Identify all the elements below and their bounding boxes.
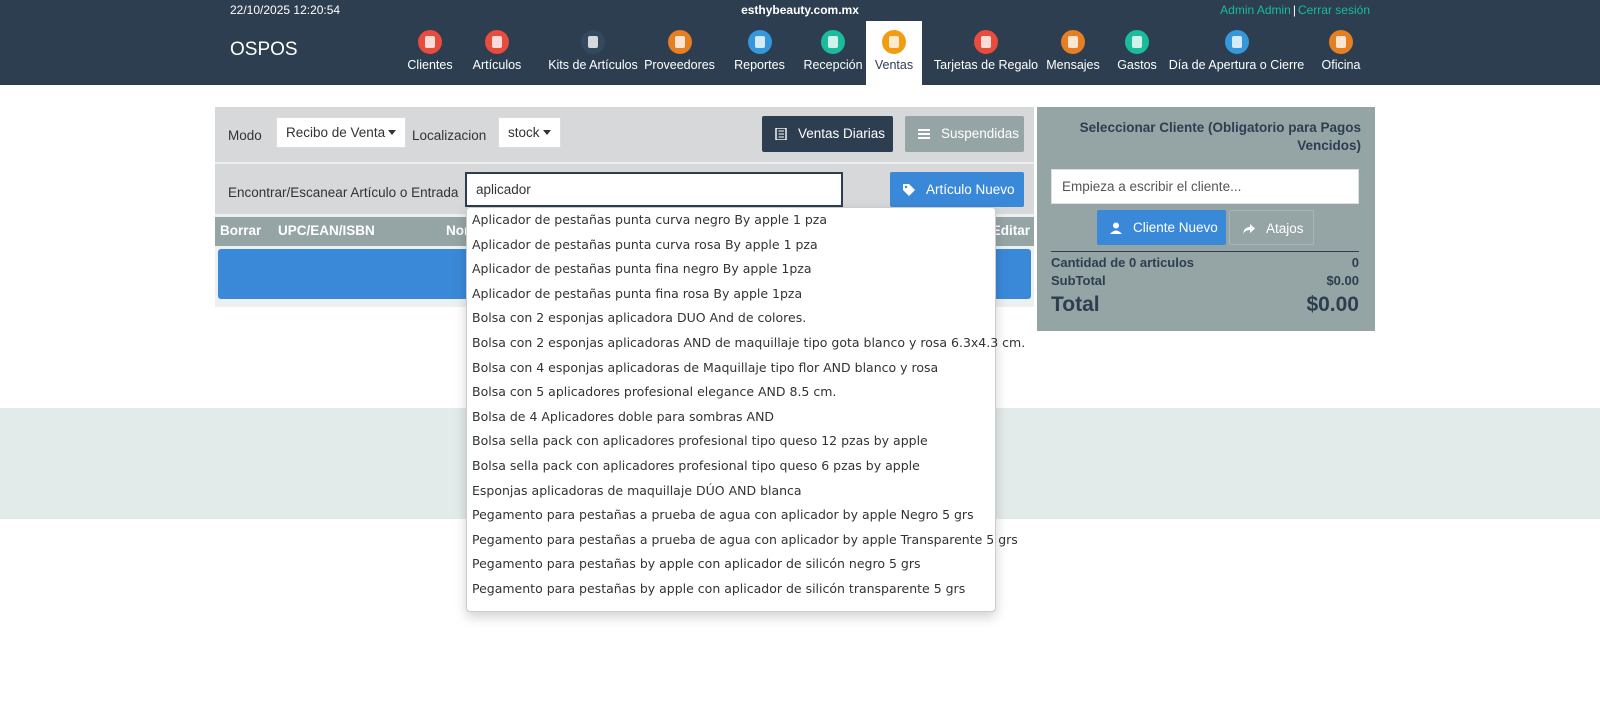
shortcuts-button[interactable]: Atajos (1229, 210, 1314, 245)
clients-icon (418, 30, 442, 54)
nav-item-2[interactable]: Kits de Artículos (538, 21, 648, 85)
autocomplete-item[interactable]: Aplicador de pestañas punta curva rosa B… (472, 234, 818, 256)
nav-item-label: Tarjetas de Regalo (933, 58, 1039, 72)
mode-select[interactable]: Recibo de Venta (276, 117, 407, 148)
location-select[interactable]: stock (498, 117, 561, 148)
new-item-button[interactable]: Artículo Nuevo (890, 172, 1024, 207)
tag-icon (903, 184, 915, 196)
receivings-icon (821, 30, 845, 54)
nav-item-label: Día de Apertura o Cierre (1168, 58, 1305, 72)
autocomplete-item[interactable]: Bolsa con 5 aplicadores profesional eleg… (472, 381, 836, 403)
user-link[interactable]: Admin Admin (1220, 3, 1291, 17)
nav-item-label: Kits de Artículos (548, 58, 638, 72)
autocomplete-item[interactable]: Esponjas aplicadoras de maquillaje DÚO A… (472, 480, 802, 502)
select-customer-label: Seleccionar Cliente (Obligatorio para Pa… (1079, 120, 1361, 153)
location-label: Localizacion (412, 128, 487, 143)
nav-item-8[interactable]: Mensajes (1045, 21, 1101, 85)
chevron-down-icon (388, 130, 397, 135)
user-icon (1110, 222, 1122, 234)
nav-item-label: Artículos (472, 58, 522, 72)
nav-item-label: Reportes (734, 58, 785, 72)
col-edit: Editar (991, 223, 1030, 238)
nav-item-1[interactable]: Artículos (469, 21, 525, 85)
autocomplete-item[interactable]: Aplicador de pestañas punta fina negro B… (472, 258, 812, 280)
nav-item-7[interactable]: Tarjetas de Regalo (928, 21, 1044, 85)
nav-item-6[interactable]: Ventas (866, 21, 922, 85)
autocomplete-item[interactable]: Pegamento para pestañas by apple con apl… (472, 553, 920, 575)
item-count-row: Cantidad de 0 articulos 0 (1051, 255, 1359, 270)
nav-item-label: Ventas (874, 58, 914, 72)
customer-search-input[interactable]: Empieza a escribir el cliente... (1051, 169, 1359, 204)
nav-item-label: Oficina (1321, 58, 1361, 72)
col-delete: Borrar (220, 223, 262, 238)
autocomplete-item[interactable]: Pegamento para pestañas a prueba de agua… (472, 504, 974, 526)
autocomplete-item[interactable]: Bolsa sella pack con aplicadores profesi… (472, 430, 928, 452)
suspended-button[interactable]: Suspendidas (905, 116, 1024, 152)
items-icon (485, 30, 509, 54)
nav-item-4[interactable]: Reportes (732, 21, 787, 85)
suppliers-icon (667, 30, 692, 54)
autocomplete-item[interactable]: Bolsa con 2 esponjas aplicadoras AND de … (472, 332, 1025, 354)
autocomplete-item[interactable]: Bolsa con 2 esponjas aplicadora DUO And … (472, 307, 806, 329)
reports-icon (747, 30, 772, 54)
user-links: Admin Admin | Cerrar sesión (1220, 3, 1370, 17)
list-icon (775, 128, 787, 140)
daily-sales-button[interactable]: Ventas Diarias (762, 116, 893, 152)
autocomplete-item[interactable]: Aplicador de pestañas punta curva negro … (472, 209, 827, 231)
nav-item-label: Clientes (407, 58, 453, 72)
nav-item-0[interactable]: Clientes (407, 21, 453, 85)
col-upc: UPC/EAN/ISBN (278, 223, 375, 238)
autocomplete-item[interactable]: Bolsa sella pack con aplicadores profesi… (472, 455, 920, 477)
summary-divider (1051, 251, 1359, 252)
nav-item-label: Gastos (1117, 58, 1157, 72)
expenses-icon (1125, 30, 1149, 54)
nav-item-label: Mensajes (1046, 58, 1100, 72)
nav-item-label: Proveedores (644, 58, 715, 72)
share-arrow-icon (1243, 224, 1255, 234)
new-customer-button[interactable]: Cliente Nuevo (1097, 210, 1226, 245)
nav-item-9[interactable]: Gastos (1114, 21, 1160, 85)
giftcards-icon (974, 30, 998, 54)
autocomplete-item[interactable]: Pegamento para pestañas by apple con apl… (472, 578, 965, 600)
nav-item-10[interactable]: Día de Apertura o Cierre (1168, 21, 1305, 85)
autocomplete-item[interactable]: Bolsa de 4 Aplicadores doble para sombra… (472, 406, 774, 428)
sales-icon (882, 30, 906, 54)
top-bar: 22/10/2025 12:20:54 esthybeauty.com.mx A… (0, 0, 1600, 21)
total-row: Total $0.00 (1051, 293, 1359, 316)
item-search-input[interactable]: aplicador (465, 172, 843, 207)
nav-item-label: Recepción (803, 58, 863, 72)
logout-link[interactable]: Cerrar sesión (1298, 3, 1370, 17)
brand-logo[interactable]: OSPOS (230, 39, 298, 61)
autocomplete-menu: Aplicador de pestañas punta curva negro … (466, 207, 1025, 612)
chevron-down-icon (542, 130, 551, 135)
find-item-label: Encontrar/Escanear Artículo o Entrada (228, 185, 459, 200)
autocomplete-item[interactable]: Bolsa con 4 esponjas aplicadoras de Maqu… (472, 357, 938, 379)
nav-item-5[interactable]: Recepción (800, 21, 866, 85)
list-icon (918, 129, 930, 139)
subtotal-row: SubTotal $0.00 (1051, 273, 1359, 288)
autocomplete-item[interactable]: Aplicador de pestañas punta fina rosa By… (472, 283, 802, 305)
autocomplete-item[interactable]: Pegamento para pestañas a prueba de agua… (472, 529, 1018, 551)
main-navbar: OSPOS Clientes Artículos Kits de Artículos… (0, 21, 1600, 85)
office-icon (1329, 30, 1353, 54)
cashups-icon (1224, 30, 1249, 54)
nav-item-3[interactable]: Proveedores (642, 21, 717, 85)
item-kits-icon (581, 30, 605, 54)
messages-icon (1061, 30, 1085, 54)
mode-label: Modo (228, 128, 262, 143)
nav-item-11[interactable]: Oficina (1316, 21, 1366, 85)
